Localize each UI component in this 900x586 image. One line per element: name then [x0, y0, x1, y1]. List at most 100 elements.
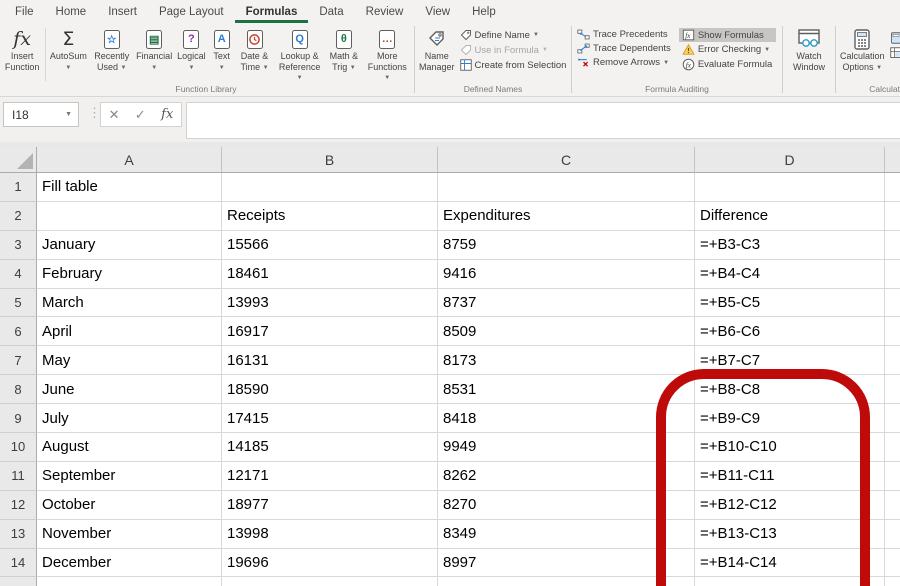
row-header-10[interactable]: 10: [0, 433, 37, 462]
row-header-12[interactable]: 12: [0, 491, 37, 520]
financial-button[interactable]: ▤ Financial▼: [134, 25, 175, 84]
tab-home[interactable]: Home: [45, 2, 98, 23]
cell-B15[interactable]: [222, 577, 438, 586]
cell-C5[interactable]: 8737: [438, 289, 695, 318]
cell-B1[interactable]: [222, 173, 438, 202]
cell-D15[interactable]: [695, 577, 885, 586]
cell-D14[interactable]: =+B14-C14: [695, 549, 885, 578]
math-trig-button[interactable]: θ Math & Trig ▼: [325, 25, 362, 84]
cell-partial-12[interactable]: [885, 491, 900, 520]
cell-D12[interactable]: =+B12-C12: [695, 491, 885, 520]
cell-B12[interactable]: 18977: [222, 491, 438, 520]
cell-A12[interactable]: October: [37, 491, 222, 520]
row-header-11[interactable]: 11: [0, 462, 37, 491]
cell-partial-6[interactable]: [885, 317, 900, 346]
tab-formulas[interactable]: Formulas: [235, 2, 309, 23]
cell-B14[interactable]: 19696: [222, 549, 438, 578]
cell-A2[interactable]: [37, 202, 222, 231]
tab-insert[interactable]: Insert: [97, 2, 148, 23]
cell-C1[interactable]: [438, 173, 695, 202]
cell-partial-3[interactable]: [885, 231, 900, 260]
cell-B10[interactable]: 14185: [222, 433, 438, 462]
cell-A9[interactable]: July: [37, 404, 222, 433]
cell-A13[interactable]: November: [37, 520, 222, 549]
recently-used-button[interactable]: ☆ Recently Used ▼: [90, 25, 134, 84]
row-header-4[interactable]: 4: [0, 260, 37, 289]
row-header-14[interactable]: 14: [0, 549, 37, 578]
cancel-icon[interactable]: ✕: [109, 107, 120, 123]
trace-precedents-button[interactable]: Trace Precedents: [574, 28, 675, 41]
tab-page-layout[interactable]: Page Layout: [148, 2, 235, 23]
calculation-options-button[interactable]: Calculation Options ▼: [838, 25, 887, 84]
cell-partial-13[interactable]: [885, 520, 900, 549]
date-time-button[interactable]: Date & Time ▼: [235, 25, 274, 84]
cell-A7[interactable]: May: [37, 346, 222, 375]
logical-button[interactable]: ? Logical▼: [175, 25, 209, 84]
formula-bar-input[interactable]: [186, 102, 900, 139]
select-all-corner[interactable]: [0, 147, 37, 173]
cell-C14[interactable]: 8997: [438, 549, 695, 578]
cell-C7[interactable]: 8173: [438, 346, 695, 375]
cell-C15[interactable]: [438, 577, 695, 586]
cell-C12[interactable]: 8270: [438, 491, 695, 520]
remove-arrows-button[interactable]: Remove Arrows ▼: [574, 56, 675, 69]
cell-B3[interactable]: 15566: [222, 231, 438, 260]
cell-A15[interactable]: [37, 577, 222, 586]
cell-partial-7[interactable]: [885, 346, 900, 375]
cell-B9[interactable]: 17415: [222, 404, 438, 433]
cell-B7[interactable]: 16131: [222, 346, 438, 375]
cell-D2[interactable]: Difference: [695, 202, 885, 231]
cell-D4[interactable]: =+B4-C4: [695, 260, 885, 289]
cell-partial-2[interactable]: [885, 202, 900, 231]
tab-help[interactable]: Help: [461, 2, 507, 23]
cell-A11[interactable]: September: [37, 462, 222, 491]
cell-C9[interactable]: 8418: [438, 404, 695, 433]
watch-window-button[interactable]: Watch Window: [786, 25, 832, 96]
cell-A1[interactable]: Fill table: [37, 173, 222, 202]
cell-C13[interactable]: 8349: [438, 520, 695, 549]
row-header-5[interactable]: 5: [0, 289, 37, 318]
cell-D8[interactable]: =+B8-C8: [695, 375, 885, 404]
define-name-button[interactable]: Define Name ▼: [457, 28, 571, 42]
lookup-reference-button[interactable]: Q Lookup & Reference ▼: [274, 25, 325, 84]
cell-C2[interactable]: Expenditures: [438, 202, 695, 231]
column-header-partial[interactable]: [885, 147, 900, 173]
cell-B6[interactable]: 16917: [222, 317, 438, 346]
cell-partial-14[interactable]: [885, 549, 900, 578]
column-header-C[interactable]: C: [438, 147, 695, 173]
cell-D9[interactable]: =+B9-C9: [695, 404, 885, 433]
error-checking-button[interactable]: Error Checking ▼: [679, 43, 776, 56]
cell-partial-5[interactable]: [885, 289, 900, 318]
cell-partial-15[interactable]: [885, 577, 900, 586]
row-header-9[interactable]: 9: [0, 404, 37, 433]
column-header-D[interactable]: D: [695, 147, 885, 173]
row-header-15[interactable]: 15: [0, 577, 37, 586]
more-functions-button[interactable]: … More Functions ▼: [363, 25, 412, 84]
calculate-sheet-button-cut[interactable]: Ca: [887, 46, 900, 60]
column-header-B[interactable]: B: [222, 147, 438, 173]
cell-D7[interactable]: =+B7-C7: [695, 346, 885, 375]
cell-A4[interactable]: February: [37, 260, 222, 289]
cell-C3[interactable]: 8759: [438, 231, 695, 260]
tab-view[interactable]: View: [414, 2, 461, 23]
tab-data[interactable]: Data: [308, 2, 354, 23]
cell-partial-10[interactable]: [885, 433, 900, 462]
cell-partial-9[interactable]: [885, 404, 900, 433]
cell-B4[interactable]: 18461: [222, 260, 438, 289]
tab-review[interactable]: Review: [355, 2, 415, 23]
cell-A8[interactable]: June: [37, 375, 222, 404]
cell-partial-11[interactable]: [885, 462, 900, 491]
cell-B11[interactable]: 12171: [222, 462, 438, 491]
row-header-1[interactable]: 1: [0, 173, 37, 202]
cell-A5[interactable]: March: [37, 289, 222, 318]
column-header-A[interactable]: A: [37, 147, 222, 173]
cell-B13[interactable]: 13998: [222, 520, 438, 549]
cell-A10[interactable]: August: [37, 433, 222, 462]
row-header-2[interactable]: 2: [0, 202, 37, 231]
cell-B5[interactable]: 13993: [222, 289, 438, 318]
cell-D11[interactable]: =+B11-C11: [695, 462, 885, 491]
cell-D10[interactable]: =+B10-C10: [695, 433, 885, 462]
trace-dependents-button[interactable]: Trace Dependents: [574, 42, 675, 55]
cell-A3[interactable]: January: [37, 231, 222, 260]
cell-partial-1[interactable]: [885, 173, 900, 202]
